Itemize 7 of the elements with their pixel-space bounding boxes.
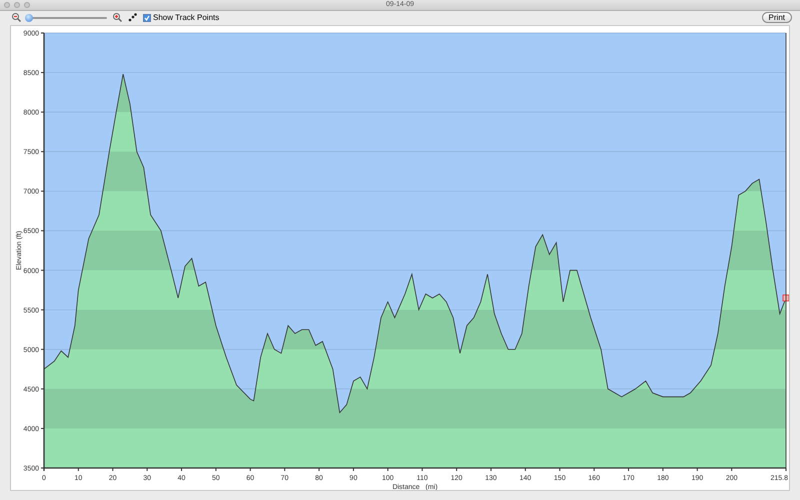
zoom-out-icon[interactable] [12,13,21,22]
zoom-slider[interactable] [27,14,107,22]
print-button[interactable]: Print [762,12,792,23]
checkbox-label: Show Track Points [153,13,220,22]
track-points-icon[interactable] [128,13,137,22]
checkbox[interactable] [143,14,151,22]
zoom-in-icon[interactable] [113,13,122,22]
